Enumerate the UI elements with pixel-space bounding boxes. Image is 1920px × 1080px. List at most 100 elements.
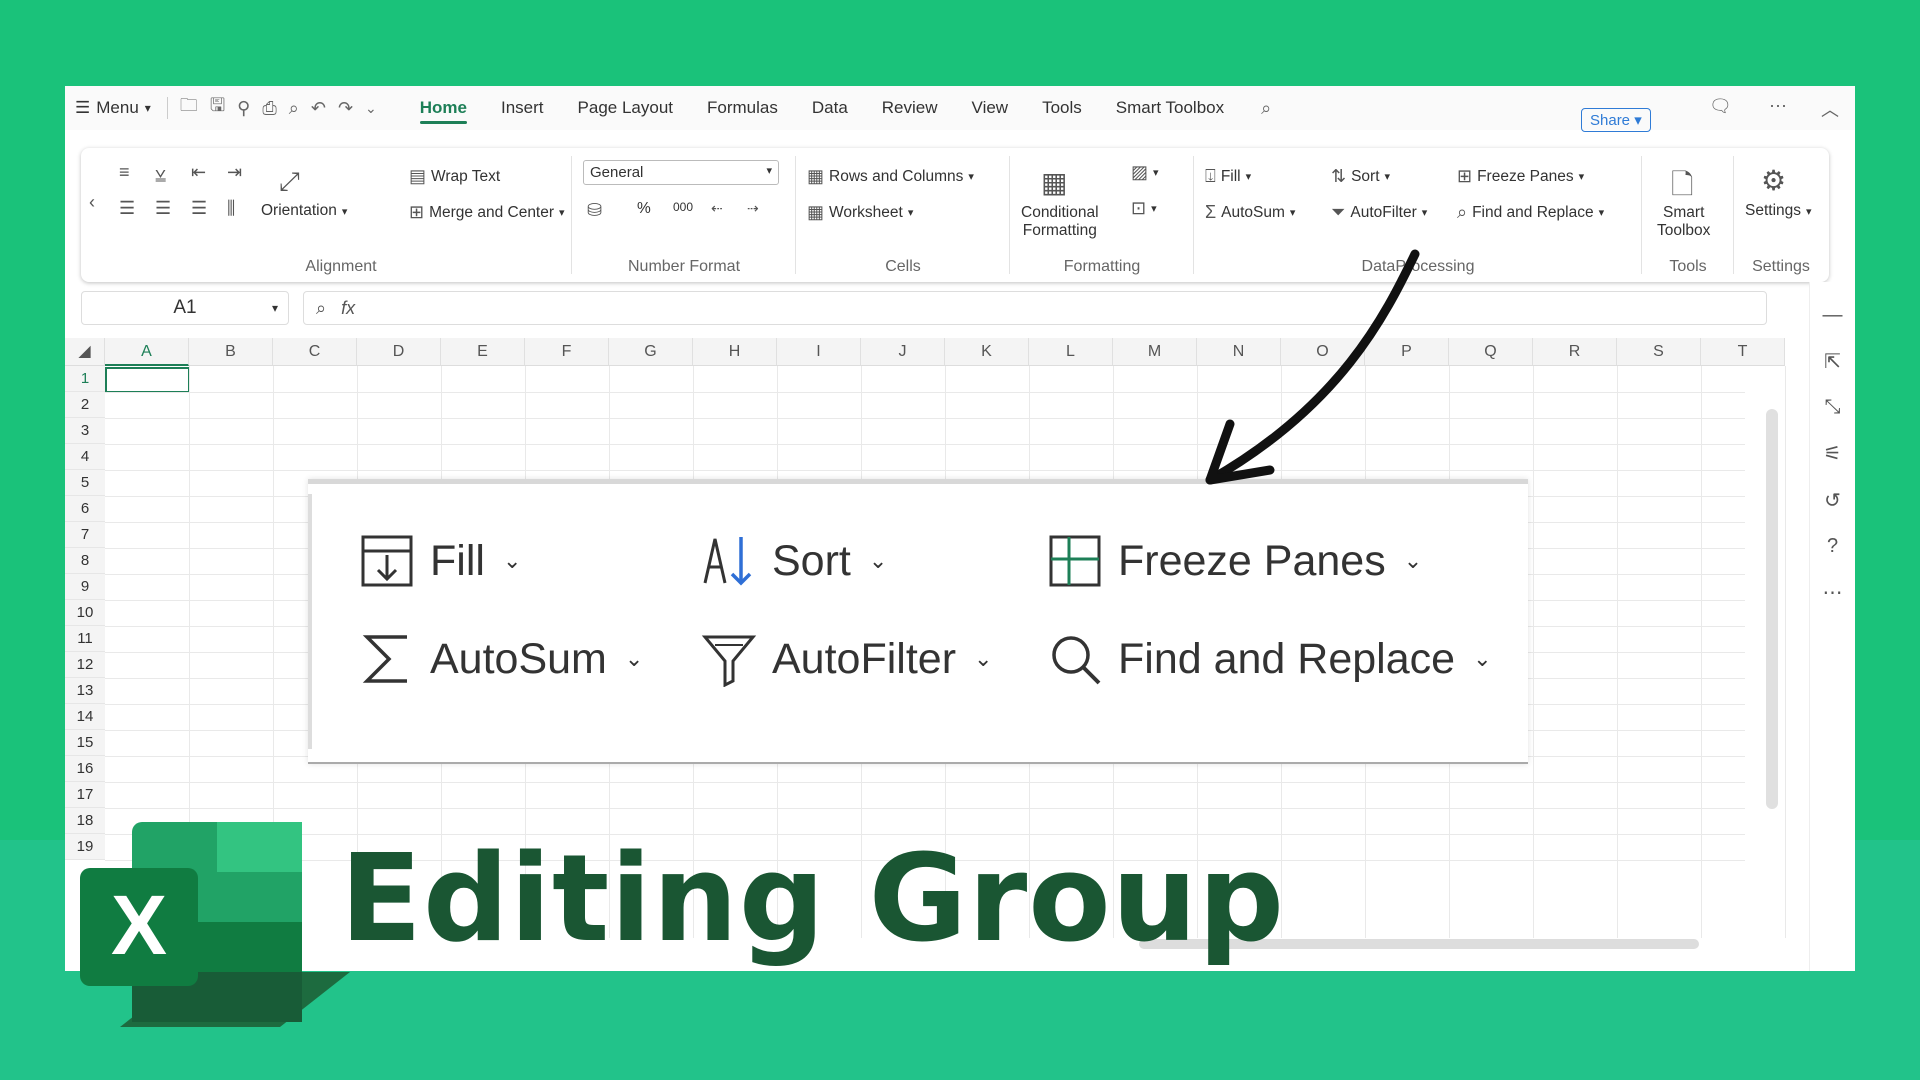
rows-columns-button[interactable]: ▦ Rows and Columns ▾: [807, 166, 974, 187]
open-folder-icon[interactable]: 🗀: [174, 93, 204, 123]
more-icon[interactable]: ⋯: [1763, 96, 1793, 117]
row-header[interactable]: 10: [65, 600, 105, 626]
menu-button[interactable]: ☰ Menu ▾: [65, 86, 161, 130]
row-header[interactable]: 2: [65, 392, 105, 418]
decrease-indent-icon[interactable]: ⇤: [191, 162, 206, 183]
collapse-ribbon-icon[interactable]: ︿: [1815, 96, 1845, 122]
column-header[interactable]: I: [777, 338, 861, 366]
format-painter-icon[interactable]: ⚲: [231, 98, 256, 119]
redo-icon[interactable]: ↷: [332, 98, 359, 119]
column-header[interactable]: C: [273, 338, 357, 366]
row-header[interactable]: 6: [65, 496, 105, 522]
row-header[interactable]: 8: [65, 548, 105, 574]
conditional-formatting-button[interactable]: Conditional Formatting: [1021, 204, 1099, 240]
distributed-icon[interactable]: ⫼: [227, 198, 235, 219]
fill-button[interactable]: ⍗ Fill ▾: [1205, 166, 1251, 187]
active-cell[interactable]: [105, 367, 190, 393]
row-header[interactable]: 16: [65, 756, 105, 782]
tab-insert[interactable]: Insert: [484, 86, 561, 130]
increase-indent-icon[interactable]: ⇥: [227, 162, 242, 183]
column-header[interactable]: G: [609, 338, 693, 366]
column-header[interactable]: S: [1617, 338, 1701, 366]
increase-decimal-icon[interactable]: ⇠: [711, 200, 723, 217]
zoom-sort-button[interactable]: Sort ⌄: [700, 532, 887, 590]
smart-toolbox-button[interactable]: Smart Toolbox: [1657, 204, 1710, 240]
column-header[interactable]: M: [1113, 338, 1197, 366]
history-icon[interactable]: ↺: [1810, 488, 1855, 513]
align-right-icon[interactable]: ☰: [155, 198, 171, 219]
tab-formulas[interactable]: Formulas: [690, 86, 795, 130]
print-icon[interactable]: ⎙: [256, 98, 282, 119]
row-header[interactable]: 7: [65, 522, 105, 548]
column-header[interactable]: J: [861, 338, 945, 366]
column-header[interactable]: H: [693, 338, 777, 366]
tab-smart-toolbox[interactable]: Smart Toolbox: [1099, 86, 1241, 130]
align-left-icon[interactable]: ☰: [119, 198, 135, 219]
column-header[interactable]: L: [1029, 338, 1113, 366]
zoom-find-replace-button[interactable]: Find and Replace ⌄: [1046, 630, 1492, 688]
find-replace-button[interactable]: ⌕ Find and Replace ▾: [1457, 202, 1604, 223]
zoom-fill-button[interactable]: Fill ⌄: [358, 532, 521, 590]
align-bottom-icon[interactable]: ⩣: [155, 162, 166, 183]
save-icon[interactable]: 🖫: [204, 93, 231, 123]
share-button[interactable]: Share ▾: [1581, 108, 1651, 132]
search-icon[interactable]: ⌕: [1255, 98, 1277, 119]
wrap-text-button[interactable]: ▤ Wrap Text: [409, 166, 500, 187]
column-header[interactable]: R: [1533, 338, 1617, 366]
more-options-icon[interactable]: ⋯: [1810, 580, 1855, 605]
number-format-select[interactable]: General ▾: [583, 160, 779, 185]
column-header[interactable]: D: [357, 338, 441, 366]
column-header[interactable]: T: [1701, 338, 1785, 366]
select-all-corner[interactable]: ◢: [65, 338, 105, 366]
row-header[interactable]: 15: [65, 730, 105, 756]
row-header[interactable]: 13: [65, 678, 105, 704]
tab-review[interactable]: Review: [865, 86, 955, 130]
row-header[interactable]: 4: [65, 444, 105, 470]
border-icon[interactable]: ⊡ ▾: [1131, 198, 1157, 219]
minimize-icon[interactable]: —: [1810, 304, 1855, 327]
orientation-button[interactable]: Orientation ▾: [261, 202, 347, 220]
tab-page-layout[interactable]: Page Layout: [561, 86, 690, 130]
ribbon-scroll-left-icon[interactable]: ‹: [89, 192, 95, 213]
zoom-autofilter-button[interactable]: AutoFilter ⌄: [700, 630, 992, 688]
orientation-icon[interactable]: ⤢: [279, 166, 300, 198]
justify-icon[interactable]: ☰: [191, 198, 207, 219]
resize-icon[interactable]: ⤡: [1810, 396, 1855, 419]
sort-button[interactable]: ⇅ Sort ▾: [1331, 166, 1390, 187]
decrease-decimal-icon[interactable]: ⇢: [747, 200, 759, 217]
row-header[interactable]: 5: [65, 470, 105, 496]
more-quick-access-icon[interactable]: ⌄: [359, 100, 383, 117]
thousands-button[interactable]: 000: [673, 200, 693, 214]
zoom-autosum-button[interactable]: AutoSum ⌄: [358, 630, 643, 688]
column-header[interactable]: B: [189, 338, 273, 366]
comment-icon[interactable]: 🗨: [1703, 96, 1738, 117]
name-box[interactable]: A1 ▾: [81, 291, 289, 325]
tab-view[interactable]: View: [955, 86, 1026, 130]
worksheet-button[interactable]: ▦ Worksheet ▾: [807, 202, 913, 223]
undo-icon[interactable]: ↶: [305, 98, 332, 119]
vertical-scrollbar[interactable]: [1766, 409, 1778, 809]
print-preview-icon[interactable]: ⌕: [283, 98, 305, 119]
row-header[interactable]: 14: [65, 704, 105, 730]
row-header[interactable]: 12: [65, 652, 105, 678]
align-middle-icon[interactable]: ≡: [119, 162, 130, 183]
autofilter-button[interactable]: ⏷ AutoFilter ▾: [1331, 202, 1427, 223]
settings-button[interactable]: Settings ▾: [1745, 202, 1812, 220]
currency-icon[interactable]: ⛁: [587, 200, 602, 221]
zoom-formula-icon[interactable]: ⌕: [316, 298, 326, 318]
tab-data[interactable]: Data: [795, 86, 865, 130]
formula-input[interactable]: ⌕ fx: [303, 291, 1767, 325]
merge-center-button[interactable]: ⊞ Merge and Center ▾: [409, 202, 565, 223]
select-cursor-icon[interactable]: ⇱: [1810, 349, 1855, 374]
zoom-freeze-panes-button[interactable]: Freeze Panes ⌄: [1046, 532, 1422, 590]
row-header[interactable]: 9: [65, 574, 105, 600]
row-header[interactable]: 11: [65, 626, 105, 652]
row-header[interactable]: 1: [65, 366, 105, 392]
cell-style-icon[interactable]: ▨ ▾: [1131, 162, 1159, 183]
column-header[interactable]: Q: [1449, 338, 1533, 366]
row-header[interactable]: 3: [65, 418, 105, 444]
column-header[interactable]: A: [105, 338, 189, 366]
column-header[interactable]: E: [441, 338, 525, 366]
help-icon[interactable]: ?: [1810, 535, 1855, 558]
autosum-button[interactable]: Σ AutoSum ▾: [1205, 202, 1295, 223]
